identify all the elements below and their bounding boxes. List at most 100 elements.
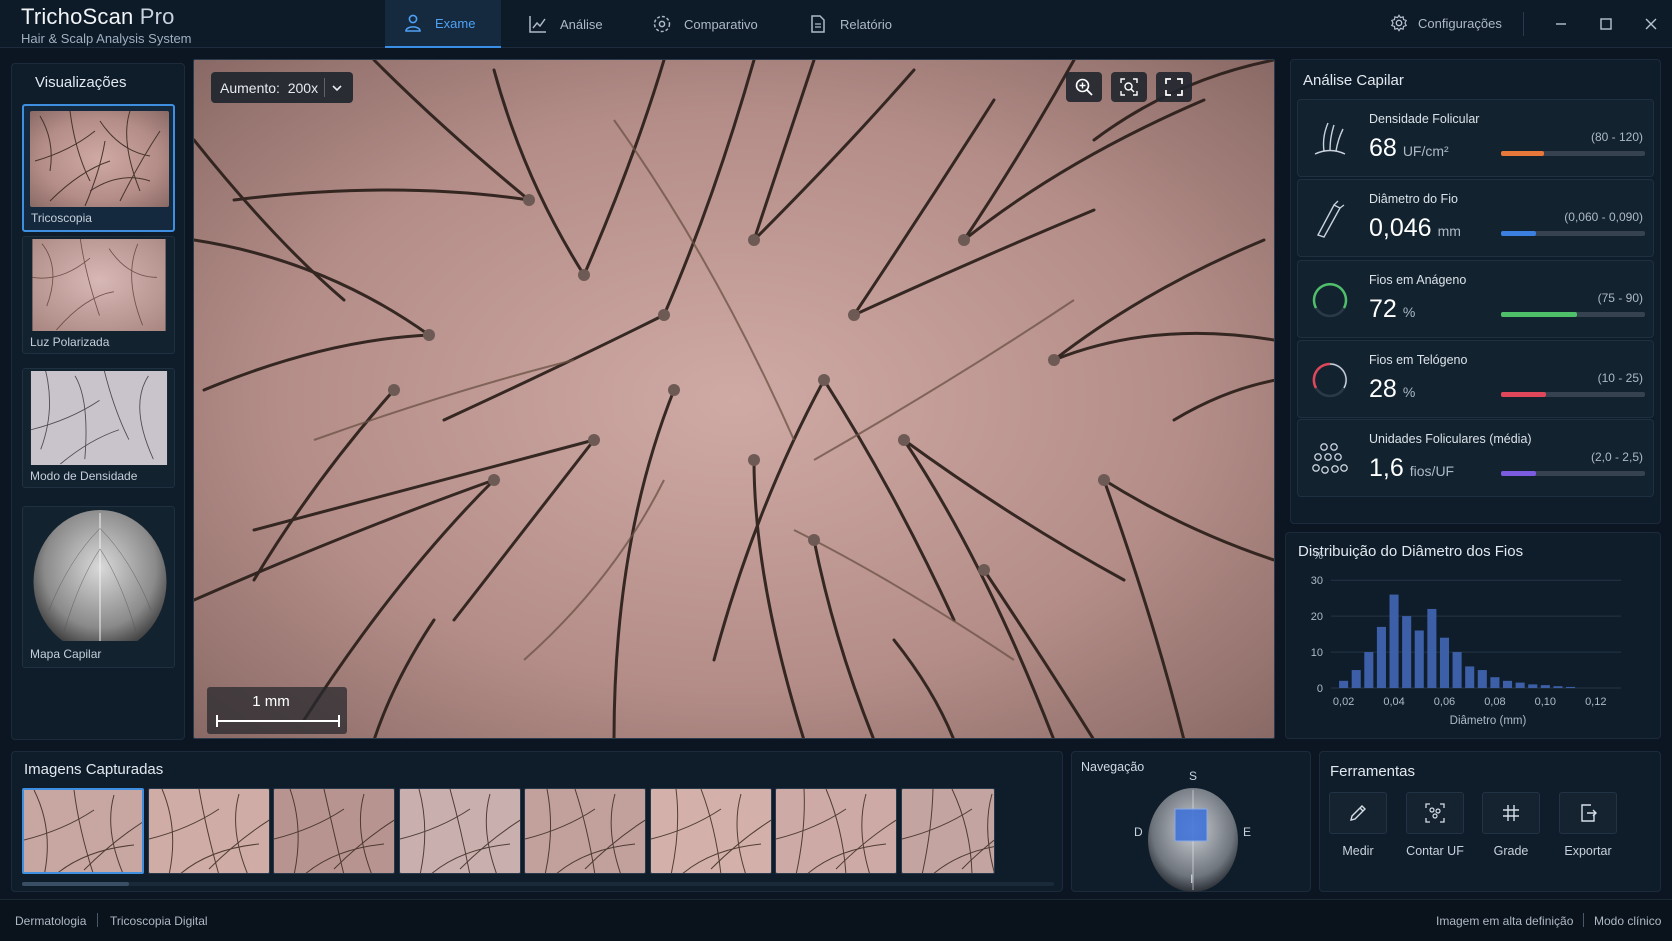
export-icon (1581, 804, 1597, 822)
chevron-down-icon[interactable] (331, 82, 343, 94)
navigation-title: Navegação (1081, 760, 1145, 774)
metric-value: 28% (1369, 375, 1415, 404)
tab-comparativo[interactable]: Comparativo (634, 0, 776, 48)
status-mode: Tricoscopia Digital (110, 914, 208, 928)
histogram-bar (1439, 637, 1450, 688)
compare-icon (653, 15, 671, 33)
captured-scroll-thumb[interactable] (22, 882, 129, 886)
metric-unit: fios/UF (1409, 463, 1455, 479)
metric-name: Densidade Folicular (1369, 112, 1480, 126)
metric-number: 68 (1369, 134, 1397, 162)
settings-label: Configurações (1418, 15, 1502, 31)
metric-range: (0,060 - 0,090) (1564, 210, 1643, 224)
viz-card-luz-polarizada[interactable]: Luz Polarizada (22, 236, 175, 354)
scale-tick-right (338, 715, 340, 727)
metric-bar (1501, 312, 1645, 317)
status-divider (1583, 913, 1584, 927)
captured-thumbnail[interactable] (524, 788, 646, 874)
metric-telogen: Fios em Telógeno 28% (10 - 25) (1297, 340, 1654, 418)
grid-label: Grade (1493, 844, 1529, 858)
captured-scrollbar[interactable] (22, 882, 1054, 886)
histogram-bar (1452, 652, 1462, 688)
metric-name: Fios em Telógeno (1369, 353, 1468, 367)
histogram-bar (1540, 685, 1550, 688)
tab-analise[interactable]: Análise (510, 0, 621, 48)
viz-card-modo-densidade[interactable]: Modo de Densidade (22, 368, 175, 488)
navigation-viewport[interactable] (1174, 808, 1208, 842)
captured-thumbnail[interactable] (900, 788, 995, 874)
count-uf-button[interactable] (1406, 792, 1464, 834)
captured-thumbnail[interactable] (775, 788, 897, 874)
gear-icon (1390, 14, 1408, 32)
status-image-quality: Imagem em alta definição (1436, 914, 1574, 928)
histogram-bar (1465, 666, 1475, 688)
histogram-bar (1351, 670, 1361, 688)
zoom-selector[interactable]: Aumento: 200x (211, 72, 353, 103)
viz-label-luz-polarizada: Luz Polarizada (30, 335, 110, 349)
zoom-region-icon (1120, 78, 1138, 96)
histogram-x-tick: 0,08 (1484, 696, 1505, 708)
minimize-icon[interactable] (1551, 14, 1571, 34)
metric-bar (1501, 392, 1645, 397)
viz-card-tricoscopia[interactable]: Tricoscopia (22, 104, 175, 232)
top-bar: TrichoScan Pro Hair & Scalp Analysis Sys… (0, 0, 1672, 48)
viz-label-tricoscopia: Tricoscopia (31, 211, 92, 225)
navigation-west-label: D (1134, 825, 1143, 839)
image-viewer[interactable]: Aumento: 200x 1 mm (193, 59, 1275, 739)
metric-number: 1,6 (1369, 454, 1404, 482)
app-title-main: TrichoScan (21, 4, 134, 29)
fullscreen-button[interactable] (1156, 72, 1192, 102)
chart-icon (529, 16, 546, 33)
grid-button[interactable] (1482, 792, 1540, 834)
zoom-value: 200x (287, 79, 319, 96)
caliper-icon (1316, 200, 1345, 238)
export-button[interactable] (1559, 792, 1617, 834)
captured-thumbnail[interactable] (273, 788, 395, 874)
polarized-thumbnail (32, 239, 166, 331)
captured-image (24, 790, 142, 872)
captured-thumbnail[interactable] (649, 788, 772, 874)
visualizations-title: Visualizações (35, 74, 127, 91)
captured-thumbnail[interactable] (22, 788, 144, 874)
app-title: TrichoScan Pro (21, 4, 192, 30)
histogram-bar (1553, 686, 1563, 688)
settings-button[interactable]: Configurações (1390, 14, 1502, 32)
scale-bar: 1 mm (207, 687, 347, 734)
fullscreen-icon (1165, 78, 1183, 96)
captured-thumbnail[interactable] (147, 788, 270, 874)
scalp-map-thumbnail (28, 508, 171, 641)
measure-button[interactable] (1329, 792, 1387, 834)
tab-exame[interactable]: Exame (385, 0, 501, 48)
metric-value: 68 UF/cm² (1369, 134, 1449, 163)
tab-analise-label: Análise (560, 16, 603, 32)
tab-relatorio[interactable]: Relatório (790, 0, 910, 48)
measure-label: Medir (1342, 844, 1374, 858)
zoom-region-button[interactable] (1111, 72, 1147, 102)
zoom-in-icon (1075, 78, 1093, 96)
histogram-bar (1528, 684, 1538, 688)
maximize-icon[interactable] (1596, 14, 1616, 34)
captured-title: Imagens Capturadas (24, 761, 164, 778)
viz-card-mapa-capilar[interactable]: Mapa Capilar (22, 506, 175, 668)
count-uf-label: Contar UF (1406, 844, 1464, 858)
zoom-divider (324, 78, 325, 97)
metric-name: Unidades Foliculares (média) (1369, 432, 1532, 446)
metric-range: (75 - 90) (1597, 291, 1643, 305)
histogram-y-tick: 20 (1311, 611, 1323, 623)
scale-tick-left (216, 715, 218, 727)
histogram-x-tick: 0,12 (1585, 696, 1606, 708)
metric-bar-fill (1501, 231, 1536, 236)
brand: TrichoScan Pro Hair & Scalp Analysis Sys… (21, 4, 192, 46)
histogram-bar (1477, 670, 1487, 688)
tools-panel: Ferramentas Medir Contar UF Grade Export… (1319, 751, 1661, 892)
histogram-x-tick: 0,04 (1383, 696, 1404, 708)
metric-follicular-units: Unidades Foliculares (média) 1,6 fios/UF … (1297, 419, 1654, 497)
zoom-in-button[interactable] (1066, 72, 1102, 102)
tab-exame-label: Exame (435, 15, 476, 31)
captured-image (650, 789, 771, 873)
histogram-x-label: Diâmetro (mm) (1450, 715, 1527, 727)
close-icon[interactable] (1641, 14, 1661, 34)
captured-thumbnail[interactable] (398, 788, 521, 874)
captured-image (901, 789, 994, 873)
captured-image (525, 789, 645, 873)
